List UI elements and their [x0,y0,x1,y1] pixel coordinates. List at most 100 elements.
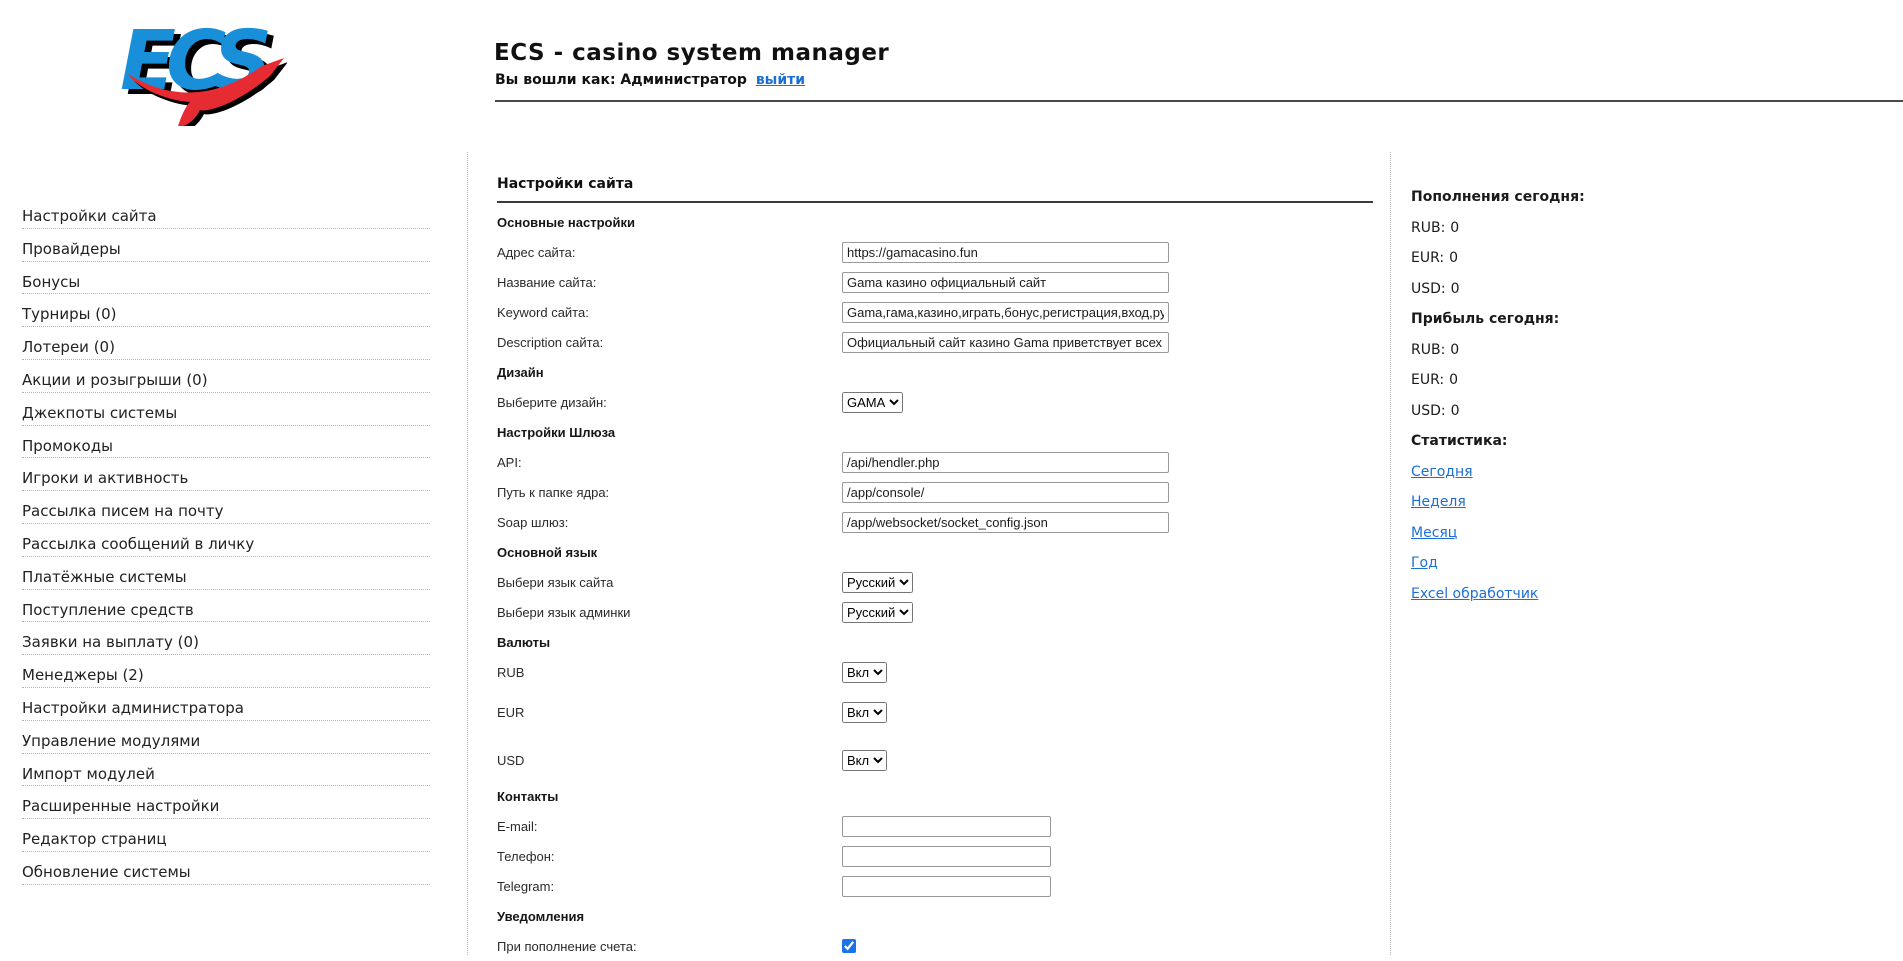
sidebar-item-pm-mailing[interactable]: Рассылка сообщений в личку [22,524,430,557]
section-label: Уведомления [497,909,842,924]
sidebar-item-payment-systems[interactable]: Платёжные системы [22,557,430,590]
sidebar-item-tournaments[interactable]: Турниры (0) [22,294,430,327]
site-language-label: Выбери язык сайта [497,575,842,590]
section-contacts: Контакты [497,781,1373,811]
login-status: Вы вошли как: Администратор выйти [495,72,805,88]
usd-select[interactable]: Вкл [842,750,887,771]
eur-select[interactable]: Вкл [842,702,887,723]
sidebar-item-managers[interactable]: Менеджеры (2) [22,655,430,688]
sidebar-item-system-update[interactable]: Обновление системы [22,852,430,885]
currency-label: USD: [1411,281,1446,297]
field-phone: Телефон: [497,841,1373,871]
site-keyword-input[interactable] [842,302,1169,323]
section-label: Валюты [497,635,842,650]
field-email: E-mail: [497,811,1373,841]
profit-eur: EUR: 0 [1411,365,1831,396]
currency-value: 0 [1451,403,1460,419]
profit-usd: USD: 0 [1411,396,1831,427]
stats-link-today[interactable]: Сегодня [1411,464,1473,480]
site-language-select[interactable]: Русский [842,572,913,593]
rub-select[interactable]: Вкл [842,662,887,683]
section-gateway-settings: Настройки Шлюза [497,417,1373,447]
sidebar-item-players-activity[interactable]: Игроки и активность [22,458,430,491]
currency-label: USD: [1411,403,1446,419]
site-description-input[interactable] [842,332,1169,353]
panel-title: Настройки сайта [497,176,1373,203]
sidebar-item-bonuses[interactable]: Бонусы [22,262,430,295]
sidebar-item-module-import[interactable]: Импорт модулей [22,754,430,787]
email-input[interactable] [842,816,1051,837]
sidebar-item-jackpots[interactable]: Джекпоты системы [22,393,430,426]
page-title: ECS - casino system manager [494,40,889,66]
sidebar-item-admin-settings[interactable]: Настройки администратора [22,688,430,721]
sidebar-item-providers[interactable]: Провайдеры [22,229,430,262]
admin-language-label: Выбери язык админки [497,605,842,620]
section-main-language: Основной язык [497,537,1373,567]
section-design: Дизайн [497,357,1373,387]
statistics-title: Статистика: [1411,426,1831,457]
header-divider [495,100,1903,102]
deposit-notification-checkbox[interactable] [842,939,856,953]
stats-link-year[interactable]: Год [1411,555,1438,571]
sidebar-item-advanced-settings[interactable]: Расширенные настройки [22,786,430,819]
section-currencies: Валюты [497,627,1373,657]
rub-label: RUB [497,665,842,680]
deposit-notification-label: При пополнение счета: [497,939,842,954]
main-stats-divider [1390,152,1391,955]
admin-language-select[interactable]: Русский [842,602,913,623]
section-basic-settings: Основные настройки [497,207,1373,237]
currency-label: EUR: [1411,372,1444,388]
usd-label: USD [497,753,842,768]
sidebar-item-lotteries[interactable]: Лотереи (0) [22,327,430,360]
design-select[interactable]: GAMA [842,392,903,413]
stats-link-week[interactable]: Неделя [1411,494,1466,510]
sidebar-item-module-management[interactable]: Управление модулями [22,721,430,754]
section-label: Основные настройки [497,215,842,230]
sidebar-item-promocodes[interactable]: Промокоды [22,426,430,459]
api-input[interactable] [842,452,1169,473]
currency-value: 0 [1451,281,1460,297]
field-site-keyword: Keyword сайта: [497,297,1373,327]
deposits-today-title: Пополнения сегодня: [1411,182,1831,213]
currency-value: 0 [1450,220,1459,236]
sidebar-item-page-editor[interactable]: Редактор страниц [22,819,430,852]
sidebar-item-incoming-funds[interactable]: Поступление средств [22,590,430,623]
site-keyword-label: Keyword сайта: [497,305,842,320]
sidebar-item-payout-requests[interactable]: Заявки на выплату (0) [22,622,430,655]
soap-gateway-input[interactable] [842,512,1169,533]
stats-link-excel[interactable]: Excel обработчик [1411,586,1538,602]
field-site-name: Название сайта: [497,267,1373,297]
profit-today-title: Прибыль сегодня: [1411,304,1831,335]
core-path-input[interactable] [842,482,1169,503]
logout-link[interactable]: выйти [756,72,805,88]
sidebar-item-promotions[interactable]: Акции и розыгрыши (0) [22,360,430,393]
section-label: Основной язык [497,545,842,560]
phone-label: Телефон: [497,849,842,864]
login-prefix: Вы вошли как: [495,72,616,88]
field-design: Выберите дизайн: GAMA [497,387,1373,417]
section-label: Контакты [497,789,842,804]
sidebar: Настройки сайта Провайдеры Бонусы Турнир… [22,196,430,885]
field-usd: USD Вкл [497,745,1373,775]
sidebar-item-email-mailing[interactable]: Рассылка писем на почту [22,491,430,524]
site-address-input[interactable] [842,242,1169,263]
api-label: API: [497,455,842,470]
section-label: Настройки Шлюза [497,425,842,440]
site-address-label: Адрес сайта: [497,245,842,260]
deposits-rub: RUB: 0 [1411,213,1831,244]
phone-input[interactable] [842,846,1051,867]
ecs-logo-image: ECS ECS [112,14,287,126]
deposits-usd: USD: 0 [1411,274,1831,305]
field-telegram: Telegram: [497,871,1373,901]
site-description-label: Description сайта: [497,335,842,350]
field-api: API: [497,447,1373,477]
field-eur: EUR Вкл [497,697,1373,727]
stats-link-month[interactable]: Месяц [1411,525,1457,541]
sidebar-item-site-settings[interactable]: Настройки сайта [22,196,430,229]
field-rub: RUB Вкл [497,657,1373,687]
currency-label: RUB: [1411,342,1445,358]
telegram-input[interactable] [842,876,1051,897]
site-name-input[interactable] [842,272,1169,293]
soap-gateway-label: Soap шлюз: [497,515,842,530]
sidebar-main-divider [467,152,468,955]
